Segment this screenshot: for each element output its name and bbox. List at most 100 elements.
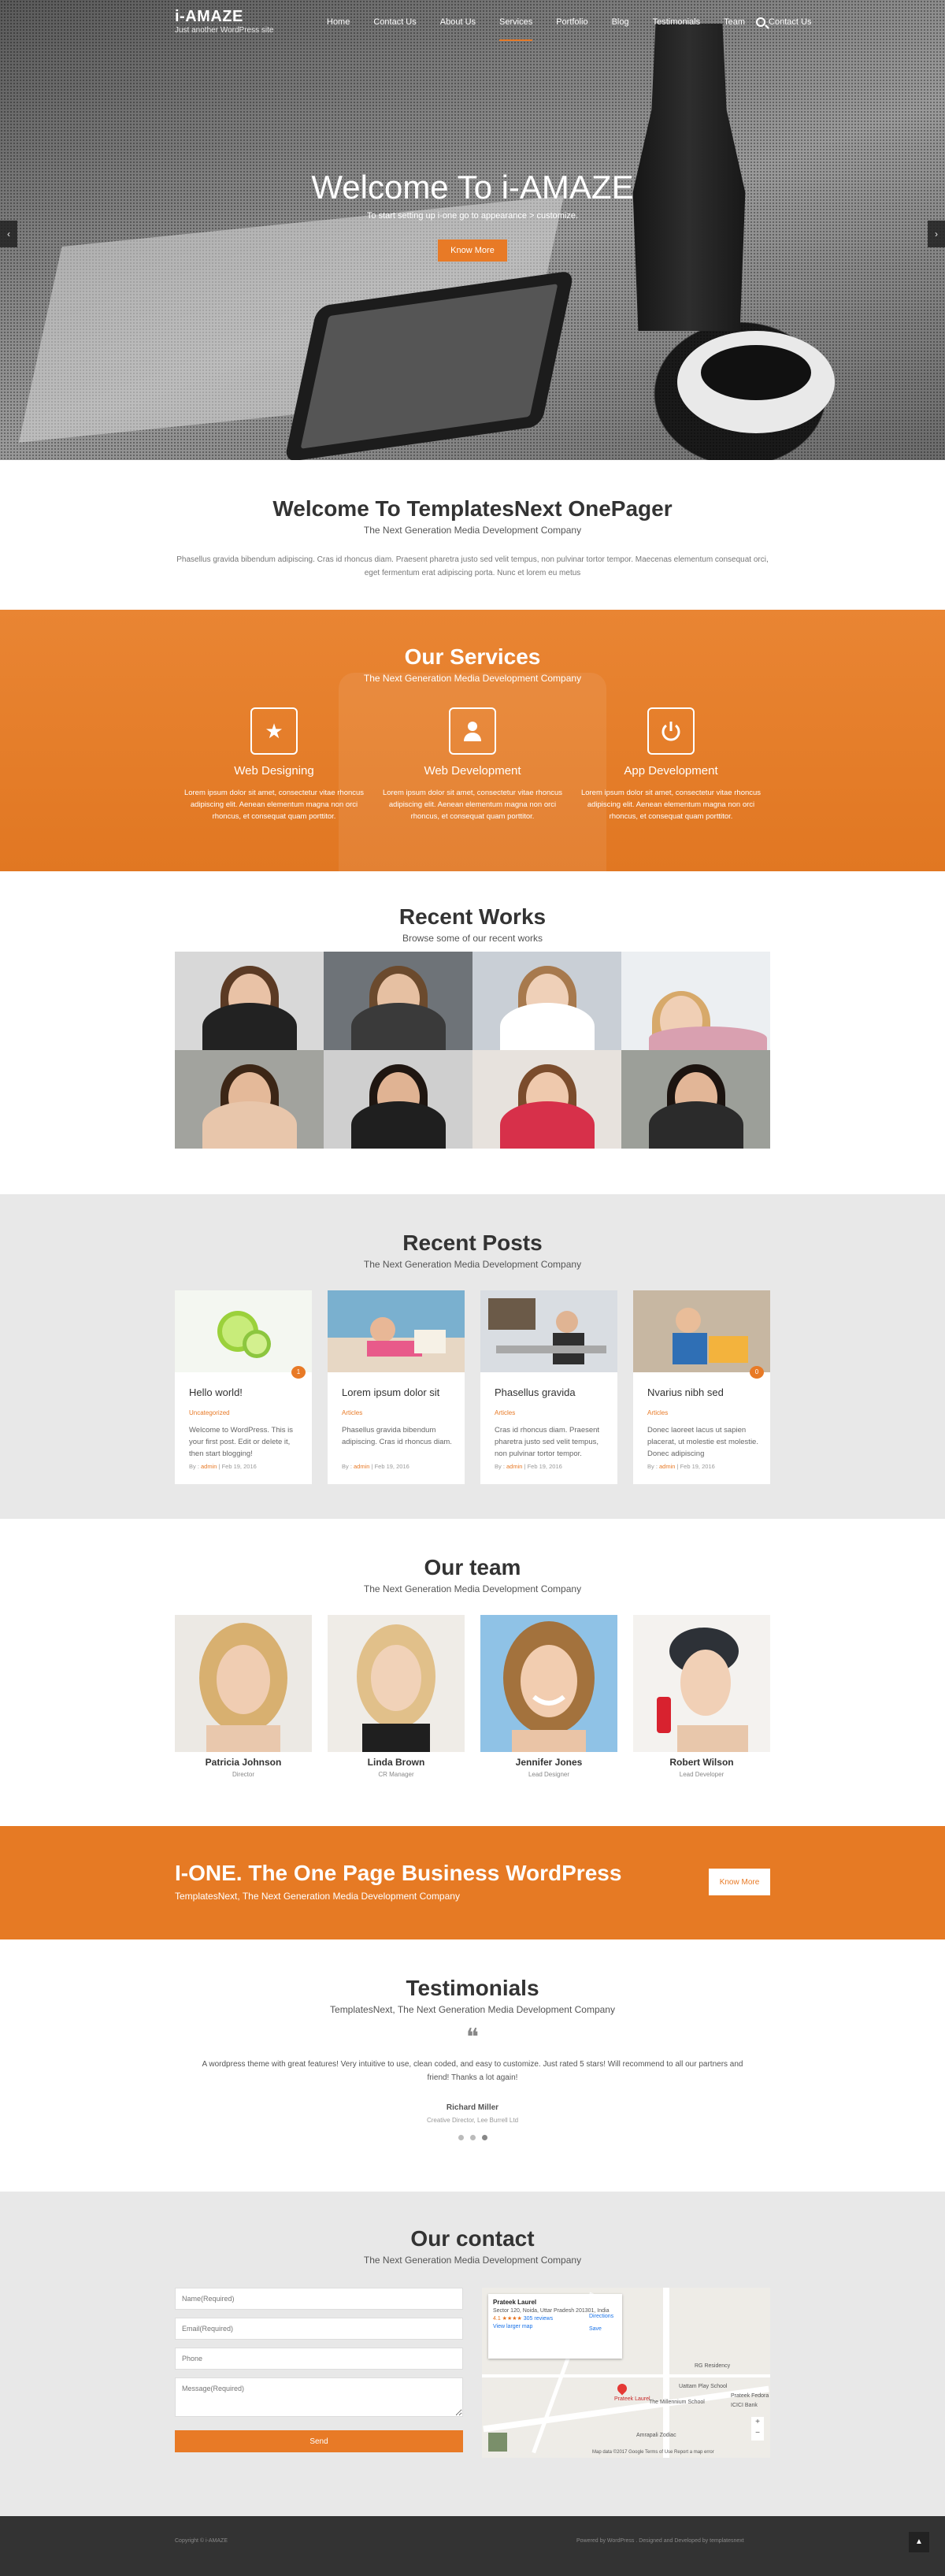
map-label: RG Residency <box>695 2363 731 2369</box>
phone-field[interactable] <box>175 2348 463 2370</box>
nav-blog[interactable]: Blog <box>600 17 641 27</box>
search-icon[interactable] <box>756 17 765 27</box>
welcome-text: Phasellus gravida bibendum adipiscing. C… <box>176 555 769 577</box>
site-logo[interactable]: i-AMAZE Just another WordPress site <box>175 8 273 35</box>
services-title: Our Services <box>404 644 541 669</box>
copyright-text: Copyright © i-AMAZE <box>175 2538 228 2544</box>
post-author[interactable]: admin <box>201 1463 217 1470</box>
contact-subtitle: The Next Generation Media Development Co… <box>363 2255 582 2266</box>
post-card[interactable]: Lorem ipsum dolor sit Articles Phasellus… <box>328 1290 465 1484</box>
portfolio-item[interactable] <box>472 952 621 1050</box>
post-thumbnail[interactable] <box>480 1290 617 1372</box>
pager-dot[interactable] <box>469 2135 476 2140</box>
nav-portfolio[interactable]: Portfolio <box>544 17 599 27</box>
nav-home[interactable]: Home <box>315 17 361 27</box>
team-member-photo[interactable] <box>633 1615 770 1752</box>
post-date: Feb 19, 2016 <box>680 1463 715 1470</box>
services-subtitle: The Next Generation Media Development Co… <box>363 673 582 684</box>
post-excerpt: Donec laoreet lacus ut sapien placerat, … <box>647 1426 758 1458</box>
post-category[interactable]: Uncategorized <box>189 1409 312 1416</box>
team-member-name: Jennifer Jones <box>515 1757 583 1768</box>
slider-next-arrow-icon[interactable]: › <box>928 221 945 247</box>
team-member[interactable]: Jennifer Jones Lead Designer <box>480 1615 617 1778</box>
nav-contact-us[interactable]: Contact Us <box>361 17 428 27</box>
power-icon <box>647 707 695 755</box>
hero-subtitle: To start setting up i-one go to appearan… <box>366 211 579 221</box>
portfolio-item[interactable] <box>472 1050 621 1149</box>
works-title: Recent Works <box>398 904 547 929</box>
post-card[interactable]: 1 Hello world! Uncategorized Welcome to … <box>175 1290 312 1484</box>
name-field[interactable] <box>175 2288 463 2310</box>
pager-dot[interactable] <box>458 2135 464 2140</box>
team-member-role: Director <box>232 1771 254 1778</box>
team-member[interactable]: Patricia Johnson Director <box>175 1615 312 1778</box>
post-excerpt: Phasellus gravida bibendum adipiscing. C… <box>342 1426 452 1446</box>
team-member-role: Lead Designer <box>528 1771 570 1778</box>
post-card[interactable]: 0 Nvarius nibh sed Articles Donec laoree… <box>633 1290 770 1484</box>
map-label: The Millennium School <box>649 2400 705 2405</box>
map-save-link[interactable]: Save <box>589 2325 602 2333</box>
service-item: ★ Web Designing Lorem ipsum dolor sit am… <box>175 707 373 822</box>
portfolio-item[interactable] <box>324 1050 472 1149</box>
slider-prev-arrow-icon[interactable]: ‹ <box>0 221 17 247</box>
team-member[interactable]: Robert Wilson Lead Developer <box>633 1615 770 1778</box>
comment-count-badge: 0 <box>750 1366 764 1379</box>
portfolio-item[interactable] <box>621 952 770 1050</box>
post-thumbnail[interactable] <box>328 1290 465 1372</box>
map-label: Prateek Laurel <box>614 2396 650 2402</box>
google-map[interactable]: Prateek Laurel Sector 120, Noida, Uttar … <box>482 2288 770 2458</box>
pager-dot-active[interactable] <box>481 2135 487 2140</box>
nav-testimonials[interactable]: Testimonials <box>641 17 713 27</box>
hero-know-more-button[interactable]: Know More <box>438 239 507 262</box>
map-pin-icon[interactable] <box>615 2381 629 2396</box>
map-reviews-link[interactable]: 305 reviews <box>524 2316 553 2322</box>
service-title: App Development <box>624 764 718 778</box>
post-author[interactable]: admin <box>659 1463 675 1470</box>
team-member[interactable]: Linda Brown CR Manager <box>328 1615 465 1778</box>
post-title[interactable]: Lorem ipsum dolor sit <box>342 1386 465 1398</box>
team-member-photo[interactable] <box>480 1615 617 1752</box>
top-navigation-bar: i-AMAZE Just another WordPress site Home… <box>0 0 945 46</box>
post-category[interactable]: Articles <box>342 1409 465 1416</box>
post-title[interactable]: Hello world! <box>189 1386 312 1398</box>
post-title[interactable]: Nvarius nibh sed <box>647 1386 770 1398</box>
map-label: Amrapali Zodiac <box>636 2433 676 2438</box>
team-title: Our team <box>424 1555 521 1579</box>
map-larger-link[interactable]: View larger map <box>493 2324 532 2329</box>
team-member-photo[interactable] <box>175 1615 312 1752</box>
map-satellite-toggle[interactable] <box>488 2433 507 2452</box>
recent-works-section: Recent Works Browse some of our recent w… <box>0 871 945 1194</box>
nav-services[interactable]: Services <box>487 17 544 41</box>
post-card[interactable]: Phasellus gravida Articles Cras id rhonc… <box>480 1290 617 1484</box>
service-text: Lorem ipsum dolor sit amet, consectetur … <box>580 789 762 821</box>
map-zoom-controls[interactable]: + − <box>751 2417 764 2441</box>
credits-text: Powered by WordPress . Designed and Deve… <box>576 2538 744 2544</box>
post-title[interactable]: Phasellus gravida <box>495 1386 617 1398</box>
service-text: Lorem ipsum dolor sit amet, consectetur … <box>183 789 365 821</box>
team-member-name: Linda Brown <box>367 1757 425 1768</box>
team-member-photo[interactable] <box>328 1615 465 1752</box>
post-category[interactable]: Articles <box>647 1409 770 1416</box>
post-thumbnail[interactable]: 1 <box>175 1290 312 1379</box>
map-label: Prateek Fedora <box>731 2393 769 2399</box>
testimonials-subtitle: TemplatesNext, The Next Generation Media… <box>330 2004 615 2015</box>
post-thumbnail[interactable]: 0 <box>633 1290 770 1379</box>
map-directions-link[interactable]: Directions <box>589 2313 613 2321</box>
cta-know-more-button[interactable]: Know More <box>709 1869 770 1895</box>
portfolio-item[interactable] <box>175 952 324 1050</box>
site-title[interactable]: i-AMAZE <box>175 8 273 26</box>
post-author[interactable]: admin <box>354 1463 369 1470</box>
post-meta: By : admin | Feb 19, 2016 <box>189 1463 257 1470</box>
email-field[interactable] <box>175 2318 463 2340</box>
back-to-top-icon[interactable]: ▲ <box>909 2532 929 2552</box>
post-category[interactable]: Articles <box>495 1409 617 1416</box>
nav-about-us[interactable]: About Us <box>428 17 487 27</box>
post-author[interactable]: admin <box>506 1463 522 1470</box>
hero-image-coffee-cup <box>677 331 835 433</box>
portfolio-item[interactable] <box>621 1050 770 1149</box>
portfolio-item[interactable] <box>175 1050 324 1149</box>
send-button[interactable]: Send <box>175 2430 463 2452</box>
nav-team[interactable]: Team <box>712 17 757 27</box>
portfolio-item[interactable] <box>324 952 472 1050</box>
message-field[interactable] <box>175 2377 463 2417</box>
